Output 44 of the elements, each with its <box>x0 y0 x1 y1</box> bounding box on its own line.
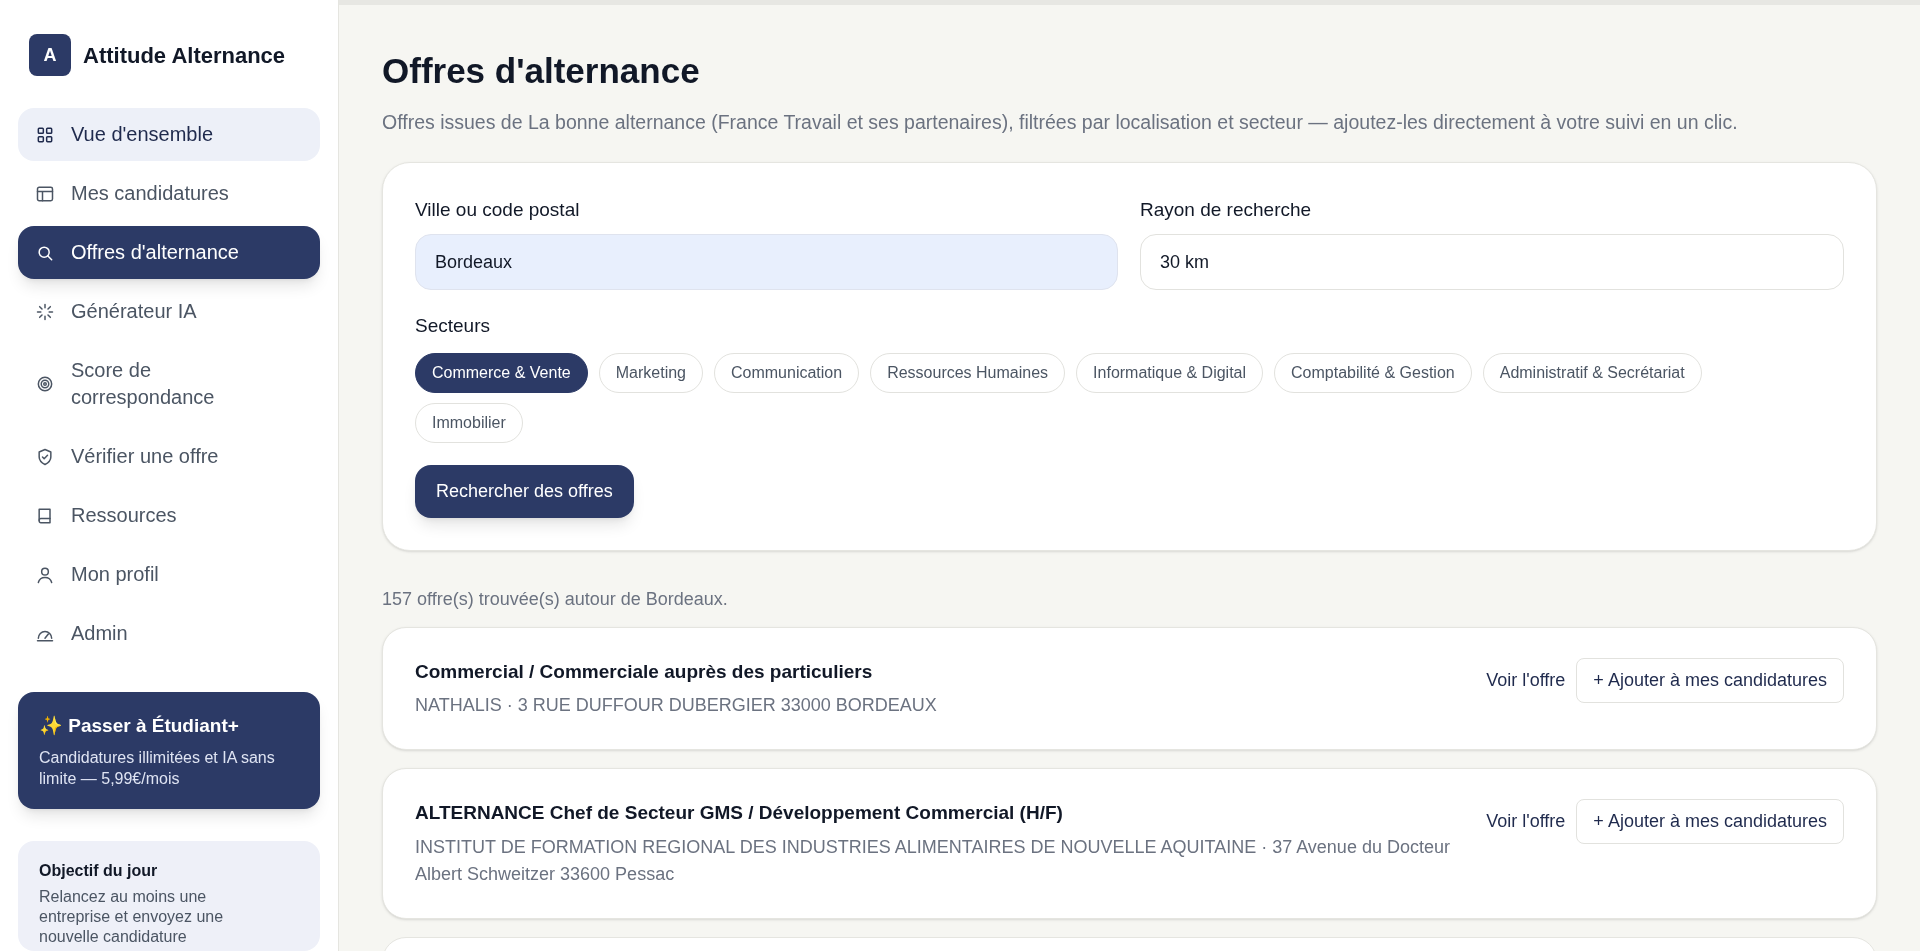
sector-chip[interactable]: Administratif & Secrétariat <box>1482 352 1702 393</box>
nav-item[interactable]: Score de correspondance <box>18 344 320 424</box>
sparkle-icon <box>35 301 55 322</box>
city-input[interactable]: Bordeaux <box>415 234 1118 291</box>
upgrade-description: Candidatures illimitées et IA sans limite — 5,99€/mois <box>39 747 276 789</box>
search-button[interactable]: Rechercher des offres <box>415 464 634 518</box>
sector-chip[interactable]: Informatique & Digital <box>1076 352 1264 393</box>
offer-title: Commercial / Commerciale auprès des particuliers <box>415 659 874 684</box>
add-to-applications-button[interactable]: + Ajouter à mes candidatures <box>1576 799 1844 845</box>
offer-details: NATHALIS · 3 RUE DUFFOUR DUBERGIER 33000 BORDEAUX <box>415 694 938 718</box>
goal-text: Relancez au moins une entreprise et envoyez une nouvelle candidature <box>39 886 225 947</box>
upgrade-card[interactable]: ✨ Passer à Étudiant+ Candidatures illimitées et IA sans limite — 5,99€/mois <box>18 692 320 809</box>
radius-input[interactable]: 30 km <box>1140 234 1844 291</box>
brand-name: Attitude Alternance <box>83 41 286 70</box>
sector-chip[interactable]: Ressources Humaines <box>870 352 1066 393</box>
sector-chip[interactable]: Communication <box>714 352 860 393</box>
nav-item[interactable]: Admin <box>18 607 320 660</box>
results-summary: 157 offre(s) trouvée(s) autour de Bordeaux. <box>382 587 729 611</box>
sector-chip[interactable]: Immobilier <box>415 402 523 443</box>
offer-details: INSTITUT DE FORMATION REGIONAL DES INDUSTRIES ALIMENTAIRES DE NOUVELLE AQUITAINE · 37 Avenue du Docteur Albert Schweitzer 33600 Pessac <box>415 835 1451 886</box>
add-to-applications-button[interactable]: + Ajouter à mes candidatures <box>1576 657 1844 703</box>
nav-item[interactable]: Mes candidatures <box>18 167 320 220</box>
shield-check-icon <box>35 446 55 467</box>
upgrade-title: ✨ Passer à Étudiant+ <box>39 714 240 738</box>
nav-item[interactable]: Vérifier une offre <box>18 430 320 483</box>
view-offer-link[interactable]: Voir l'offre <box>1486 666 1566 694</box>
nav-item[interactable]: Mon profil <box>18 548 320 601</box>
nav-item[interactable]: Vue d'ensemble <box>18 108 320 161</box>
nav-item[interactable]: Ressources <box>18 489 320 542</box>
offer-title: ALTERNANCE Chef de Secteur GMS / Développement Commercial (H/F) <box>415 801 1064 826</box>
nav-item[interactable]: Offres d'alternance <box>18 226 320 279</box>
field-label: Ville ou code postal <box>415 197 581 222</box>
goal-title: Objectif du jour <box>39 860 159 881</box>
sector-chip[interactable]: Comptabilité & Gestion <box>1274 352 1472 393</box>
page-title: Offres d'alternance <box>382 50 701 92</box>
sectors-label: Secteurs <box>415 314 491 339</box>
logo-badge: A <box>29 34 71 76</box>
field-label: Rayon de recherche <box>1140 197 1313 222</box>
sector-chip[interactable]: Marketing <box>598 352 703 393</box>
page-subtitle: Offres issues de La bonne alternance (France Travail et ses partenaires), filtrées par localisation et secteur — ajoutez-les directement à votre suivi en un clic. <box>382 109 1739 135</box>
target-icon <box>35 374 55 394</box>
view-offer-link[interactable]: Voir l'offre <box>1486 808 1566 836</box>
nav-item[interactable]: Générateur IA <box>18 285 320 338</box>
sector-chip[interactable]: Commerce & Vente <box>415 352 588 393</box>
